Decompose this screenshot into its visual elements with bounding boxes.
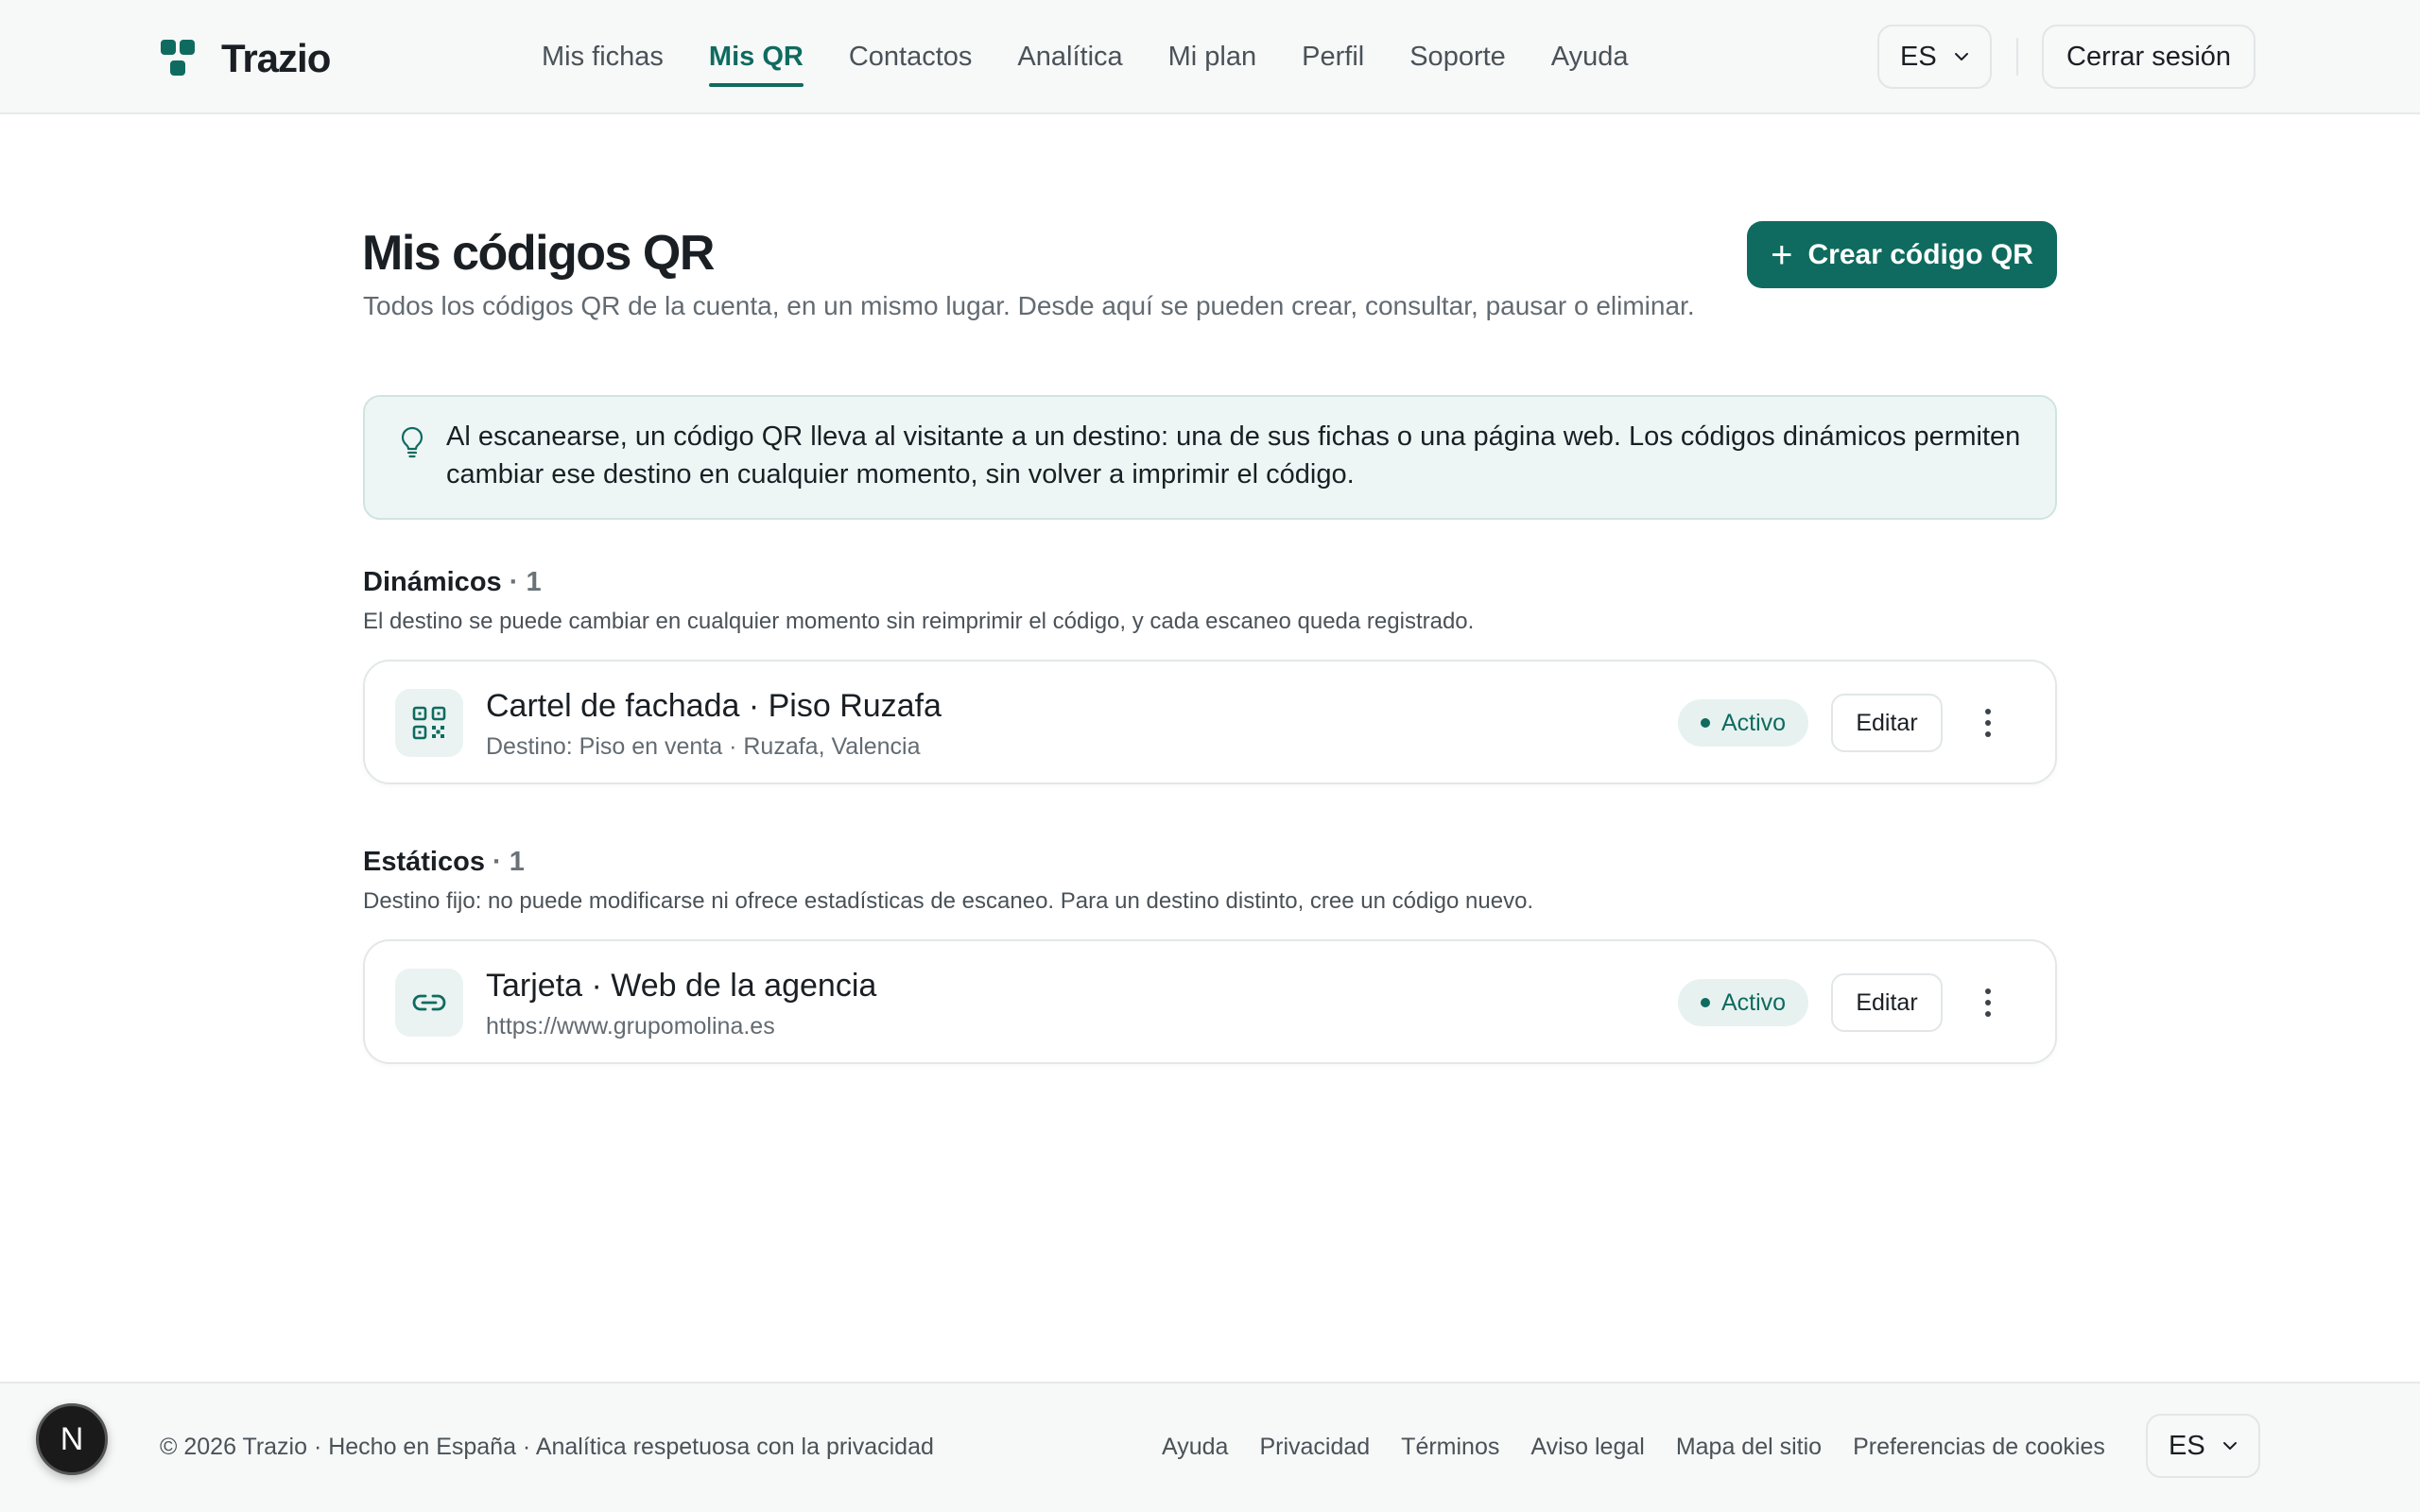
footer-link-terminos[interactable]: Términos [1401,1434,1499,1461]
footer-link-privacidad[interactable]: Privacidad [1259,1434,1370,1461]
nav-item-ayuda[interactable]: Ayuda [1551,36,1629,81]
qr-card-dynamic[interactable]: Cartel de fachada · Piso Ruzafa Destino:… [363,660,2057,784]
section-heading-static: Estáticos · 1 [363,847,525,878]
section-title-dynamic: Dinámicos [363,567,502,597]
status-dot-icon [1700,718,1710,728]
footer-language-value: ES [2169,1430,2205,1461]
footer-links: Ayuda Privacidad Términos Aviso legal Ma… [1162,1434,2136,1461]
status-badge: Activo [1678,699,1808,747]
nav-item-soporte[interactable]: Soporte [1409,36,1506,81]
brand-name: Trazio [221,36,331,80]
chevron-down-icon [1954,53,1968,60]
top-header: Trazio Mis fichas Mis QR Contactos Analí… [0,0,2420,114]
page-title: Mis códigos QR [362,226,715,281]
nav-item-mis-qr[interactable]: Mis QR [708,36,804,87]
qr-code-icon [395,689,463,757]
qr-name: Cartel de fachada · Piso Ruzafa [486,688,942,724]
footer-copyright: © 2026 Trazio · Hecho en España · Analít… [160,1434,934,1460]
logout-button[interactable]: Cerrar sesión [2042,25,2256,89]
page-footer: © 2026 Trazio · Hecho en España · Analít… [0,1382,2420,1512]
nav-item-contactos[interactable]: Contactos [849,36,973,81]
brand-logo[interactable]: Trazio [161,36,331,81]
dev-tools-badge[interactable]: N [36,1403,108,1475]
status-badge: Activo [1678,979,1808,1026]
more-options-icon[interactable] [1965,979,2011,1026]
nav-item-mi-plan[interactable]: Mi plan [1168,36,1257,81]
section-description-dynamic: El destino se puede cambiar en cualquier… [363,609,1475,634]
language-selector[interactable]: ES [1877,25,1992,89]
lightbulb-icon [401,426,424,458]
plus-icon: + [1771,233,1793,276]
footer-link-cookies[interactable]: Preferencias de cookies [1853,1434,2105,1461]
create-qr-button[interactable]: + Crear código QR [1747,221,2057,288]
language-value: ES [1900,41,1937,72]
qr-card-static[interactable]: Tarjeta · Web de la agencia https://www.… [363,939,2057,1064]
section-description-static: Destino fijo: no puede modificarse ni of… [363,888,1534,914]
page-subtitle: Todos los códigos QR de la cuenta, en un… [363,291,1695,320]
footer-link-mapa-sitio[interactable]: Mapa del sitio [1676,1434,1822,1461]
edit-button[interactable]: Editar [1831,694,1943,752]
chevron-down-icon [2222,1442,2237,1450]
edit-button[interactable]: Editar [1831,973,1943,1032]
more-options-icon[interactable] [1965,699,2011,747]
create-qr-label: Crear código QR [1807,238,2033,270]
footer-language-selector[interactable]: ES [2146,1414,2260,1478]
main-nav: Mis fichas Mis QR Contactos Analítica Mi… [542,36,1674,87]
qr-destination: https://www.grupomolina.es [486,1013,775,1040]
status-label: Activo [1720,709,1787,736]
nav-item-mis-fichas[interactable]: Mis fichas [542,36,664,81]
status-dot-icon [1700,998,1710,1007]
link-icon [395,969,463,1037]
status-label: Activo [1720,988,1787,1016]
logo-icon [161,38,202,79]
section-count-dynamic: · 1 [509,567,542,597]
qr-destination: Destino: Piso en venta · Ruzafa, Valenci… [486,733,921,760]
section-title-static: Estáticos [363,847,485,877]
section-count-static: · 1 [493,847,525,877]
nav-item-analitica[interactable]: Analítica [1017,36,1122,81]
section-heading-dynamic: Dinámicos · 1 [363,567,542,598]
qr-name: Tarjeta · Web de la agencia [486,968,877,1004]
footer-link-aviso-legal[interactable]: Aviso legal [1530,1434,1644,1461]
nav-item-perfil[interactable]: Perfil [1302,36,1364,81]
header-divider [2016,38,2018,76]
footer-link-ayuda[interactable]: Ayuda [1162,1434,1228,1461]
info-text: Al escanearse, un código QR lleva al vis… [446,421,2021,490]
info-callout: Al escanearse, un código QR lleva al vis… [363,395,2057,520]
